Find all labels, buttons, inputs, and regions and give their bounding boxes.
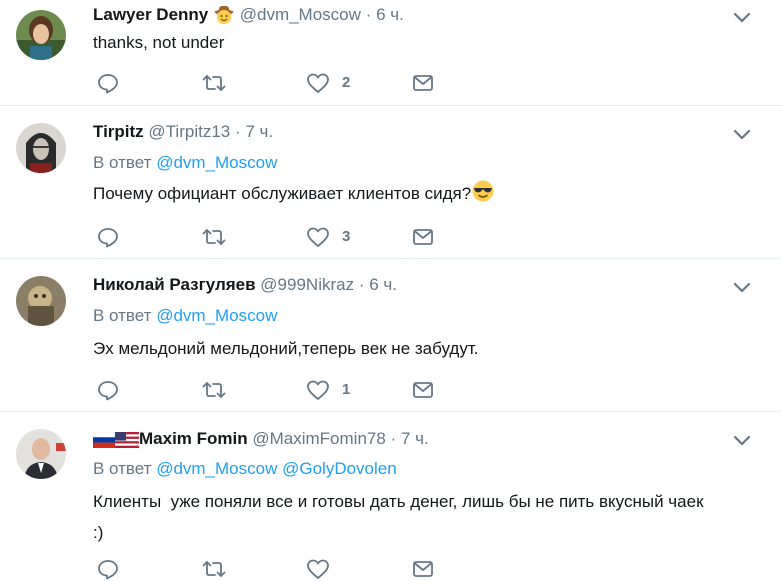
direct-message-button[interactable] (412, 226, 434, 248)
mention-link[interactable]: @GolyDovolen (282, 459, 397, 478)
retweet-button[interactable] (202, 558, 226, 580)
timestamp[interactable]: 6 ч. (376, 5, 404, 24)
direct-message-button[interactable] (412, 72, 434, 94)
author-name[interactable]: Lawyer Denny (93, 5, 208, 24)
avatar[interactable] (16, 123, 66, 173)
author-handle[interactable]: @Tirpitz13 (148, 122, 230, 141)
author-name[interactable]: Tirpitz (93, 122, 144, 141)
tweet-header: Николай Разгуляев @999Nikraz · 6 ч. (93, 274, 397, 296)
heart-icon (307, 380, 329, 400)
chevron-down-icon[interactable] (733, 128, 751, 142)
russia-flag-icon (92, 431, 116, 454)
envelope-icon (413, 561, 433, 577)
envelope-icon (413, 382, 433, 398)
tweet-text: Эх мельдоний мельдоний,теперь век не заб… (93, 339, 479, 358)
retweet-button[interactable] (202, 379, 226, 401)
reply-context: В ответ @dvm_Moscow @GolyDovolen (93, 458, 397, 480)
author-name[interactable]: Николай Разгуляев (93, 275, 256, 294)
author-handle[interactable]: @MaximFomin78 (252, 429, 385, 448)
like-button[interactable] (306, 558, 330, 580)
reply-button[interactable] (97, 558, 119, 580)
direct-message-button[interactable] (412, 558, 434, 580)
usa-flag-icon (115, 432, 139, 454)
tweet-text: Клиенты уже поняли все и готовы дать ден… (93, 486, 758, 548)
sunglasses-emoji-icon (471, 179, 495, 213)
tweet: Lawyer Denny @dvm_Moscow · 6 ч. thanks, … (0, 0, 781, 106)
tweet-text-line: Клиенты уже поняли все и готовы дать ден… (93, 492, 704, 511)
heart-icon (307, 227, 329, 247)
timestamp[interactable]: 7 ч. (245, 122, 273, 141)
separator: · (365, 5, 372, 24)
reply-icon (98, 74, 118, 94)
reply-prefix: В ответ (93, 153, 152, 172)
separator: · (234, 122, 241, 141)
reply-context: В ответ @dvm_Moscow (93, 305, 277, 327)
tweet-text: thanks, not under (93, 33, 225, 52)
like-count: 1 (342, 381, 351, 398)
like-button[interactable]: 2 (306, 72, 356, 94)
timestamp[interactable]: 7 ч. (401, 429, 429, 448)
separator: · (358, 275, 365, 294)
retweet-icon (202, 382, 226, 398)
author-name[interactable]: Maxim Fomin (139, 429, 248, 448)
tweet-text: Почему официант обслуживает клиентов сид… (93, 178, 758, 213)
tweet: Tirpitz @Tirpitz13 · 7 ч. В ответ @dvm_M… (0, 106, 781, 259)
mention-link[interactable]: @dvm_Moscow (156, 153, 277, 172)
retweet-icon (202, 229, 226, 245)
avatar[interactable] (16, 10, 66, 60)
tweet-header: Tirpitz @Tirpitz13 · 7 ч. (93, 121, 273, 143)
like-count: 2 (342, 74, 351, 91)
direct-message-button[interactable] (412, 379, 434, 401)
like-button[interactable]: 3 (306, 226, 356, 248)
reply-icon (98, 381, 118, 401)
retweet-icon (202, 75, 226, 91)
reply-button[interactable] (97, 379, 119, 401)
tweet: Николай Разгуляев @999Nikraz · 6 ч. В от… (0, 259, 781, 412)
heart-icon (307, 559, 329, 579)
tweet-text-content: Почему официант обслуживает клиентов сид… (93, 184, 472, 203)
mention-link[interactable]: @dvm_Moscow (156, 459, 277, 478)
chevron-down-icon[interactable] (733, 11, 751, 25)
avatar[interactable] (16, 276, 66, 326)
mention-link[interactable]: @dvm_Moscow (156, 306, 277, 325)
avatar[interactable] (16, 429, 66, 479)
chevron-down-icon[interactable] (733, 434, 751, 448)
tweet-text-line: :) (93, 523, 104, 542)
reply-button[interactable] (97, 72, 119, 94)
timestamp[interactable]: 6 ч. (369, 275, 397, 294)
separator: · (390, 429, 397, 448)
reply-icon (98, 228, 118, 248)
reply-prefix: В ответ (93, 306, 152, 325)
like-button[interactable]: 1 (306, 379, 356, 401)
envelope-icon (413, 229, 433, 245)
reply-icon (98, 560, 118, 580)
retweet-button[interactable] (202, 226, 226, 248)
tweet: Maxim Fomin @MaximFomin78 · 7 ч. В ответ… (0, 412, 781, 581)
author-handle[interactable]: @dvm_Moscow (240, 5, 361, 24)
reply-button[interactable] (97, 226, 119, 248)
author-handle[interactable]: @999Nikraz (260, 275, 354, 294)
envelope-icon (413, 75, 433, 91)
chevron-down-icon[interactable] (733, 281, 751, 295)
heart-icon (307, 73, 329, 93)
tweet-header: Maxim Fomin @MaximFomin78 · 7 ч. (92, 428, 429, 454)
like-count: 3 (342, 228, 351, 245)
retweet-icon (202, 561, 226, 577)
retweet-button[interactable] (202, 72, 226, 94)
reply-prefix: В ответ (93, 459, 152, 478)
reply-context: В ответ @dvm_Moscow (93, 152, 277, 174)
